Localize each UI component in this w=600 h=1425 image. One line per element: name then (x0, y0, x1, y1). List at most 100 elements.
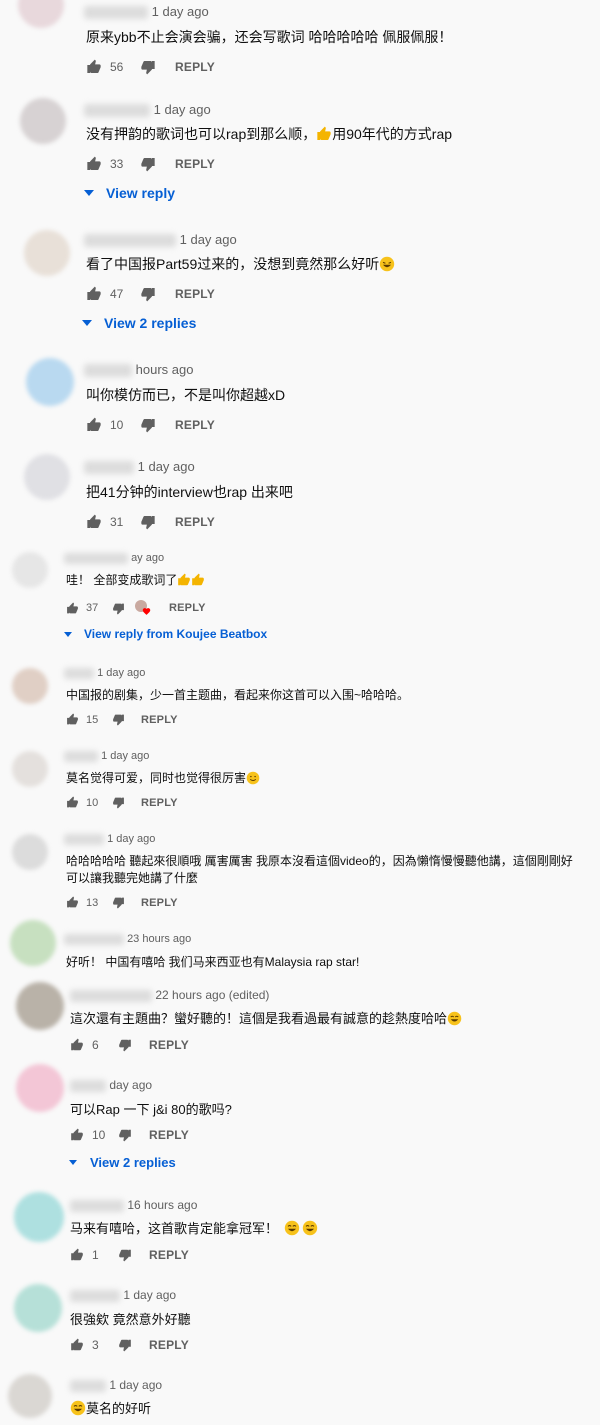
comment-time[interactable]: 1 day ago (154, 102, 211, 117)
reply-button[interactable]: REPLY (169, 602, 206, 614)
comment-time[interactable]: 1 day ago (101, 750, 149, 762)
view-replies-button[interactable]: View 2 replies (69, 1155, 176, 1170)
avatar[interactable] (12, 668, 48, 704)
reply-button[interactable]: REPLY (175, 60, 215, 74)
reply-button[interactable]: REPLY (175, 515, 215, 529)
comment-actions: 33 REPLY (86, 156, 215, 172)
comment-time[interactable]: ay ago (131, 552, 164, 564)
avatar[interactable] (10, 920, 56, 966)
comment-time[interactable]: 23 hours ago (127, 933, 191, 945)
thumbs-up-icon[interactable] (66, 602, 79, 615)
avatar[interactable] (12, 751, 48, 787)
grinning-emoji-icon (447, 1011, 462, 1026)
comment-item: 1 day ago 看了中国报Part59过来的，没想到竟然那么好听 47 RE… (0, 226, 600, 346)
reply-button[interactable]: REPLY (141, 797, 178, 809)
avatar[interactable] (14, 1284, 62, 1332)
thumbs-down-icon[interactable] (112, 602, 125, 615)
comment-time[interactable]: hours ago (136, 362, 194, 377)
thumbs-down-icon[interactable] (112, 713, 125, 726)
avatar[interactable] (16, 1064, 64, 1112)
thumbs-up-emoji-icon (178, 573, 191, 586)
avatar[interactable] (26, 358, 74, 406)
view-replies-button[interactable]: View reply from Koujee Beatbox (64, 627, 267, 641)
thumbs-down-icon[interactable] (140, 156, 156, 172)
reply-button[interactable]: REPLY (175, 157, 215, 171)
author-name[interactable] (70, 1079, 106, 1092)
avatar[interactable] (12, 552, 48, 588)
thumbs-up-icon[interactable] (70, 1128, 84, 1142)
thumbs-down-icon[interactable] (118, 1338, 132, 1352)
thumbs-down-icon[interactable] (118, 1248, 132, 1262)
thumbs-up-icon[interactable] (70, 1038, 84, 1052)
comment-text: 這次還有主題曲？蠻好聽的！這個是我看過最有誠意的趁熱度哈哈 (70, 1008, 462, 1027)
author-name[interactable] (64, 667, 94, 679)
comment-time[interactable]: 1 day ago (97, 667, 145, 679)
reply-button[interactable]: REPLY (175, 287, 215, 301)
thumbs-down-icon[interactable] (112, 896, 125, 909)
thumbs-up-icon[interactable] (66, 896, 79, 909)
thumbs-up-icon[interactable] (86, 156, 102, 172)
reply-button[interactable]: REPLY (175, 418, 215, 432)
reply-button[interactable]: REPLY (149, 1038, 189, 1052)
reply-button[interactable]: REPLY (141, 897, 178, 909)
thumbs-down-icon[interactable] (140, 286, 156, 302)
comment-time[interactable]: 1 day ago (138, 459, 195, 474)
comment-item: 1 day ago 哈哈哈哈哈 聽起來很順哦 厲害厲害 我原本沒看這個video… (0, 828, 600, 923)
like-count: 1 (92, 1248, 99, 1262)
reply-button[interactable]: REPLY (149, 1248, 189, 1262)
author-name[interactable] (64, 750, 98, 762)
thumbs-down-icon[interactable] (140, 59, 156, 75)
reply-button[interactable]: REPLY (149, 1338, 189, 1352)
thumbs-down-icon[interactable] (118, 1128, 132, 1142)
comment-time[interactable]: 1 day ago (152, 4, 209, 19)
thumbs-up-icon[interactable] (66, 796, 79, 809)
comment-time[interactable]: day ago (109, 1078, 152, 1092)
author-name[interactable] (70, 1379, 106, 1392)
avatar[interactable] (8, 1374, 52, 1418)
author-name[interactable] (70, 989, 152, 1002)
comment-time[interactable]: 1 day ago (123, 1288, 176, 1302)
avatar[interactable] (24, 230, 70, 276)
author-name[interactable] (70, 1289, 120, 1302)
comment-actions: 13 REPLY (66, 896, 178, 909)
comment-time[interactable]: 1 day ago (107, 833, 155, 845)
thumbs-up-icon[interactable] (86, 514, 102, 530)
author-name[interactable] (84, 461, 134, 475)
avatar[interactable] (14, 1192, 64, 1242)
thumbs-up-icon[interactable] (86, 59, 102, 75)
thumbs-down-icon[interactable] (118, 1038, 132, 1052)
comment-time[interactable]: 1 day ago (180, 232, 237, 247)
view-replies-button[interactable]: View 2 replies (82, 315, 196, 331)
thumbs-up-icon[interactable] (66, 713, 79, 726)
avatar[interactable] (20, 98, 66, 144)
thumbs-up-icon[interactable] (86, 417, 102, 433)
comment-time[interactable]: 1 day ago (109, 1378, 162, 1392)
author-name[interactable] (64, 933, 124, 945)
thumbs-down-icon[interactable] (112, 796, 125, 809)
thumbs-up-emoji-icon (192, 573, 205, 586)
comment-time[interactable]: 22 hours ago (edited) (155, 988, 269, 1002)
thumbs-down-icon[interactable] (140, 417, 156, 433)
comment-text: 很強欸 竟然意外好聽 (70, 1312, 191, 1327)
thumbs-up-icon[interactable] (86, 286, 102, 302)
avatar[interactable] (16, 982, 64, 1030)
reply-button[interactable]: REPLY (149, 1128, 189, 1142)
avatar[interactable] (24, 454, 70, 500)
author-name[interactable] (70, 1199, 124, 1212)
author-name[interactable] (84, 234, 176, 248)
author-name[interactable] (84, 364, 132, 378)
comment-item: 1 day ago 把41分钟的interview也rap 出来吧 31 REP… (0, 452, 600, 540)
thumbs-down-icon[interactable] (140, 514, 156, 530)
thumbs-up-icon[interactable] (70, 1338, 84, 1352)
author-name[interactable] (84, 6, 148, 20)
author-name[interactable] (64, 833, 104, 845)
avatar[interactable] (18, 0, 64, 28)
author-name[interactable] (84, 104, 150, 118)
thumbs-up-icon[interactable] (70, 1248, 84, 1262)
comment-time[interactable]: 16 hours ago (127, 1198, 197, 1212)
avatar[interactable] (12, 834, 48, 870)
view-replies-label: View 2 replies (104, 315, 197, 331)
reply-button[interactable]: REPLY (141, 714, 178, 726)
author-name[interactable] (64, 552, 128, 564)
view-replies-button[interactable]: View reply (84, 185, 175, 201)
